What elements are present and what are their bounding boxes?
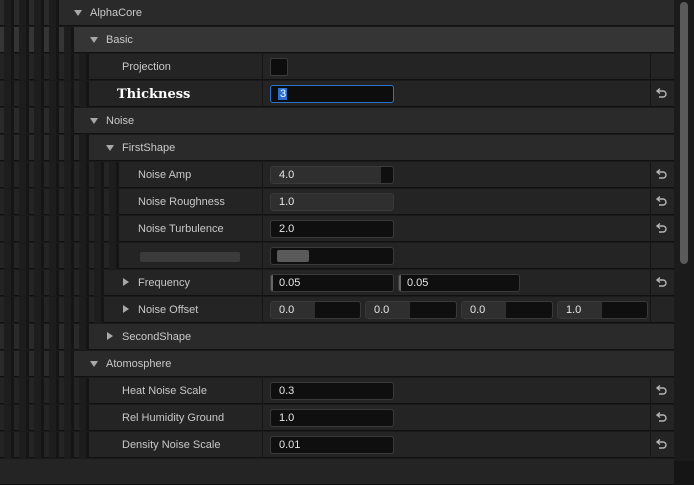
density-noise-scale-value: 0.01 [279, 439, 301, 451]
noise-turbulence-value: 2.0 [279, 223, 295, 235]
scrollbar-thumb[interactable] [680, 2, 688, 264]
chevron-right-icon[interactable] [123, 278, 129, 286]
category-noise[interactable]: Noise [0, 108, 674, 134]
property-label: Noise Roughness [138, 196, 225, 208]
noise-turbulence-input[interactable]: 2.0 [270, 220, 394, 238]
chevron-right-icon[interactable] [123, 305, 129, 313]
property-row-heat-noise-scale: Heat Noise Scale 0.3 [0, 378, 674, 404]
category-label: Noise [106, 115, 135, 127]
projection-checkbox[interactable] [270, 58, 288, 76]
property-label: Heat Noise Scale [122, 385, 207, 397]
property-row-thickness: 3 [0, 81, 674, 107]
category-first-shape[interactable]: FirstShape [0, 135, 674, 161]
heat-noise-scale-value: 0.3 [279, 385, 295, 397]
property-row-rel-humidity-ground: Rel Humidity Ground 1.0 [0, 405, 674, 431]
frequency-y-value: 0.05 [407, 277, 429, 289]
noise-roughness-input[interactable]: 1.0 [270, 193, 394, 211]
reset-to-default-icon[interactable] [654, 87, 668, 101]
category-label: SecondShape [122, 331, 192, 343]
noise-offset-y-value: 0.0 [374, 304, 390, 316]
category-alphacore[interactable]: AlphaCore [0, 0, 674, 26]
category-label: Basic [106, 34, 133, 46]
obscured-label [140, 252, 240, 262]
reset-to-default-icon[interactable] [654, 168, 668, 182]
thickness-input[interactable]: 3 [270, 85, 394, 103]
reset-to-default-icon[interactable] [654, 195, 668, 209]
noise-offset-x-value: 0.0 [279, 304, 295, 316]
heat-noise-scale-input[interactable]: 0.3 [270, 382, 394, 400]
chevron-right-icon[interactable] [107, 332, 113, 340]
property-label: Density Noise Scale [122, 439, 221, 451]
noise-roughness-value: 1.0 [279, 196, 295, 208]
category-atmosphere[interactable]: Atomosphere [0, 351, 674, 377]
property-row-projection: Projection [0, 54, 674, 80]
details-panel: AlphaCore Basic Projection 3 Thickness N… [0, 0, 674, 485]
property-label: Projection [122, 61, 171, 73]
property-row-obscured [0, 243, 674, 269]
property-label: Rel Humidity Ground [122, 412, 225, 424]
reset-to-default-icon[interactable] [654, 276, 668, 290]
frequency-x-value: 0.05 [279, 277, 301, 289]
property-label: Thickness [117, 87, 191, 102]
category-label: AlphaCore [90, 7, 142, 19]
frequency-y-input[interactable]: 0.05 [398, 274, 520, 292]
noise-offset-x-input[interactable]: 0.0 [270, 301, 361, 319]
frequency-x-input[interactable]: 0.05 [270, 274, 394, 292]
rel-humidity-ground-value: 1.0 [279, 412, 295, 424]
property-row-partial [0, 459, 674, 485]
rel-humidity-ground-input[interactable]: 1.0 [270, 409, 394, 427]
noise-amp-value: 4.0 [279, 169, 295, 181]
property-row-noise-amp: Noise Amp 4.0 [0, 162, 674, 188]
chevron-down-icon[interactable] [74, 10, 82, 16]
category-label: FirstShape [122, 142, 176, 154]
property-row-noise-offset: Noise Offset 0.0 0.0 0.0 1.0 [0, 297, 674, 323]
property-label: Noise Amp [138, 169, 192, 181]
noise-offset-z-input[interactable]: 0.0 [461, 301, 553, 319]
noise-offset-z-value: 0.0 [470, 304, 486, 316]
chevron-down-icon[interactable] [90, 118, 98, 124]
noise-offset-w-value: 1.0 [566, 304, 582, 316]
noise-offset-w-input[interactable]: 1.0 [557, 301, 648, 319]
obscured-input[interactable] [270, 247, 394, 265]
chevron-down-icon[interactable] [90, 37, 98, 43]
thickness-value: 3 [280, 88, 287, 100]
noise-offset-y-input[interactable]: 0.0 [365, 301, 457, 319]
category-label: Atomosphere [106, 358, 172, 370]
chevron-down-icon[interactable] [90, 361, 98, 367]
property-label: Noise Offset [138, 304, 199, 316]
property-row-noise-roughness: Noise Roughness 1.0 [0, 189, 674, 215]
property-row-frequency: Frequency 0.05 0.05 [0, 270, 674, 296]
property-row-noise-turbulence: Noise Turbulence 2.0 [0, 216, 674, 242]
chevron-down-icon[interactable] [106, 145, 114, 151]
density-noise-scale-input[interactable]: 0.01 [270, 436, 394, 454]
reset-to-default-icon[interactable] [654, 384, 668, 398]
property-label: Frequency [138, 277, 190, 289]
category-basic[interactable]: Basic [0, 27, 674, 53]
noise-amp-input[interactable]: 4.0 [270, 166, 394, 184]
reset-to-default-icon[interactable] [654, 438, 668, 452]
reset-to-default-icon[interactable] [654, 411, 668, 425]
property-label: Noise Turbulence [138, 223, 224, 235]
property-row-density-noise-scale: Density Noise Scale 0.01 [0, 432, 674, 458]
reset-to-default-icon[interactable] [654, 222, 668, 236]
category-second-shape[interactable]: SecondShape [0, 324, 674, 350]
